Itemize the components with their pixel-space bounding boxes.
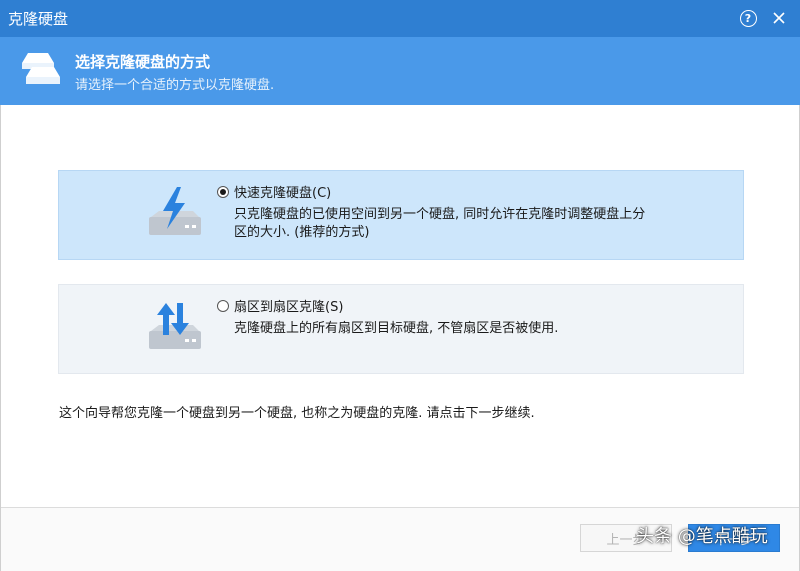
sector-clone-radio[interactable] (217, 300, 229, 312)
fast-clone-label: 快速克隆硬盘(C) (234, 186, 332, 201)
close-button[interactable] (767, 6, 791, 30)
help-button[interactable]: ? (736, 6, 760, 30)
frame-border-left (0, 105, 1, 571)
fast-clone-description: 只克隆硬盘的已使用空间到另一个硬盘, 同时允许在克隆时调整硬盘上分区的大小. (… (234, 207, 646, 240)
sector-clone-disk-icon (149, 303, 201, 349)
watermark-text: 头条 @笔点酷玩 (636, 526, 768, 547)
help-icon: ? (739, 9, 757, 27)
disk-clone-icon (22, 53, 60, 84)
sector-clone-label: 扇区到扇区克隆(S) (234, 300, 344, 315)
option-fast-clone[interactable]: 快速克隆硬盘(C) 只克隆硬盘的已使用空间到另一个硬盘, 同时允许在克隆时调整硬… (58, 170, 744, 260)
option-sector-clone[interactable]: 扇区到扇区克隆(S) 克隆硬盘上的所有扇区到目标硬盘, 不管扇区是否被使用. (58, 284, 744, 374)
header-subtitle: 请选择一个合适的方式以克隆硬盘. (75, 78, 275, 93)
fast-clone-disk-icon (149, 187, 201, 235)
title-bar: 克隆硬盘 ? (0, 0, 800, 37)
wizard-header: 选择克隆硬盘的方式 请选择一个合适的方式以克隆硬盘. (0, 37, 800, 105)
sector-clone-description: 克隆硬盘上的所有扇区到目标硬盘, 不管扇区是否被使用. (234, 321, 559, 336)
fast-clone-radio[interactable] (217, 186, 229, 198)
header-title: 选择克隆硬盘的方式 (75, 53, 211, 71)
close-icon (773, 12, 785, 24)
wizard-info-text: 这个向导帮您克隆一个硬盘到另一个硬盘, 也称之为硬盘的克隆. 请点击下一步继续. (59, 406, 535, 421)
window-title: 克隆硬盘 (8, 10, 69, 28)
